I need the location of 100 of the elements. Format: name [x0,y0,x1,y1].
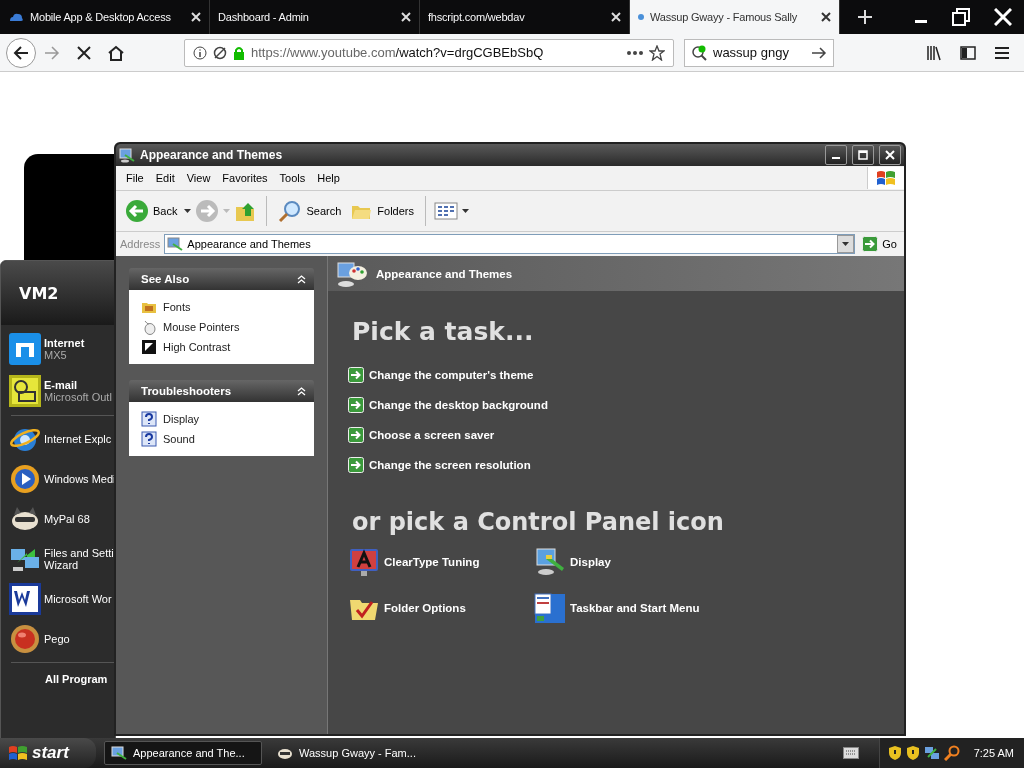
panel-link[interactable]: Display [141,411,302,427]
back-button[interactable] [6,37,36,68]
search-field[interactable]: wassup gngy [684,38,834,67]
panel-header[interactable]: See Also [129,268,314,290]
search-icon [691,44,707,61]
window-icon [111,745,127,761]
back-button[interactable]: Back [122,197,181,225]
panel-link[interactable]: Sound [141,431,302,447]
cleartype-icon [348,546,380,578]
network-icon[interactable] [923,745,940,761]
help-icon [141,431,157,447]
taskbar-button[interactable]: Wassup Gwayy - Fam... [270,741,428,765]
restore-icon[interactable] [952,8,970,26]
maximize-icon [858,150,868,160]
start-menu-item[interactable]: Files and Setti Wizard [1,542,115,576]
taskbar-button[interactable]: Appearance and The... [104,741,262,765]
menu-item[interactable]: Favorites [216,172,274,184]
lock-icon [233,45,245,60]
shield-icon[interactable] [905,745,920,761]
maximize-button[interactable] [852,145,874,165]
search-button[interactable]: Search [275,197,345,225]
new-tab-icon[interactable] [858,10,872,24]
task-link[interactable]: Choose a screen saver [348,420,904,450]
task-link[interactable]: Change the computer's theme [348,360,904,390]
more-icon[interactable] [627,50,643,55]
sidebar-icon[interactable] [960,45,976,60]
clock: 7:25 AM [973,747,1014,759]
caret-icon[interactable] [462,209,469,213]
dot-icon [638,14,644,20]
help-icon [141,411,157,427]
user-name: VM2 [19,283,59,303]
menu-icon[interactable] [994,45,1010,60]
caret-icon[interactable] [184,209,192,213]
task-link[interactable]: Change the desktop background [348,390,904,420]
start-menu-item[interactable]: Pego [1,622,115,656]
back-arrow-icon [13,44,29,61]
close-icon[interactable] [821,12,831,22]
category-title: Appearance and Themes [376,267,513,280]
search-icon [278,199,303,223]
close-icon [885,150,895,160]
start-menu-item[interactable]: Internet MX5 [1,331,115,367]
menu-item[interactable]: File [120,172,150,184]
control-panel-item[interactable]: ClearType Tuning [348,546,534,578]
window-icon [119,147,135,163]
start-menu-item[interactable]: E-mail Microsoft Outl [1,373,115,409]
info-icon [193,45,207,60]
all-programs-item[interactable]: All Program [45,673,115,685]
window-icon [167,236,184,252]
browser-tab[interactable]: Wassup Gwayy - Famous Sally [630,0,840,34]
panel-link[interactable]: Mouse Pointers [141,319,302,335]
menu-item[interactable]: Help [311,172,346,184]
control-panel-item[interactable]: Taskbar and Start Menu [534,592,754,624]
minimize-button[interactable] [825,145,847,165]
stop-icon[interactable] [77,45,91,60]
menu-item[interactable]: Edit [149,172,181,184]
collapse-icon[interactable] [297,274,306,284]
caret-icon[interactable] [842,242,850,246]
views-icon[interactable] [434,201,458,221]
star-icon[interactable] [649,44,665,61]
start-menu-item[interactable]: Microsoft Wor [1,582,115,616]
address-field[interactable]: Appearance and Themes [164,234,856,254]
word-icon [9,583,41,615]
forward-icon[interactable] [44,44,60,61]
control-panel-item[interactable]: Display [534,546,754,578]
control-panel-item[interactable]: Folder Options [348,592,534,624]
shield-icon[interactable] [887,745,902,761]
contrast-icon [141,339,157,355]
menu-item[interactable]: Tools [273,172,312,184]
panel-link[interactable]: Fonts [141,299,302,315]
task-heading: Pick a task... [352,317,535,346]
task-link[interactable]: Change the screen resolution [348,450,904,480]
start-menu-item[interactable]: Internet Explc [1,422,115,456]
panel-header[interactable]: Troubleshooters [129,380,314,402]
url-field[interactable]: https://www.youtube.com/watch?v=drgCGBEbSbQ [184,38,674,67]
go-button[interactable]: Go [859,234,900,254]
go-icon[interactable] [811,45,827,60]
start-button[interactable]: start [0,738,96,768]
folders-button[interactable]: Folders [348,199,417,223]
go-arrow-icon[interactable] [348,367,364,383]
collapse-icon[interactable] [297,386,306,396]
go-arrow-icon[interactable] [348,457,364,473]
address-label: Address [120,238,161,250]
search-icon[interactable] [943,745,960,761]
go-arrow-icon[interactable] [348,397,364,413]
home-icon[interactable] [107,44,125,61]
go-arrow-icon[interactable] [348,427,364,443]
close-button[interactable] [879,145,901,165]
window-title: Appearance and Themes [140,148,284,162]
outlook-icon [9,375,41,407]
taskbar-icon [534,592,566,624]
blocked-tracker-icon [213,45,227,60]
display-icon [534,546,566,578]
go-arrow-icon[interactable] [862,236,879,252]
menu-item[interactable]: View [180,172,217,184]
windows-flag-icon [8,744,28,762]
panel-link[interactable]: High Contrast [141,339,302,355]
ball-icon [9,623,41,655]
library-icon[interactable] [926,44,942,61]
start-menu-item[interactable]: MyPal 68 [1,502,115,536]
mouse-icon [141,319,157,335]
